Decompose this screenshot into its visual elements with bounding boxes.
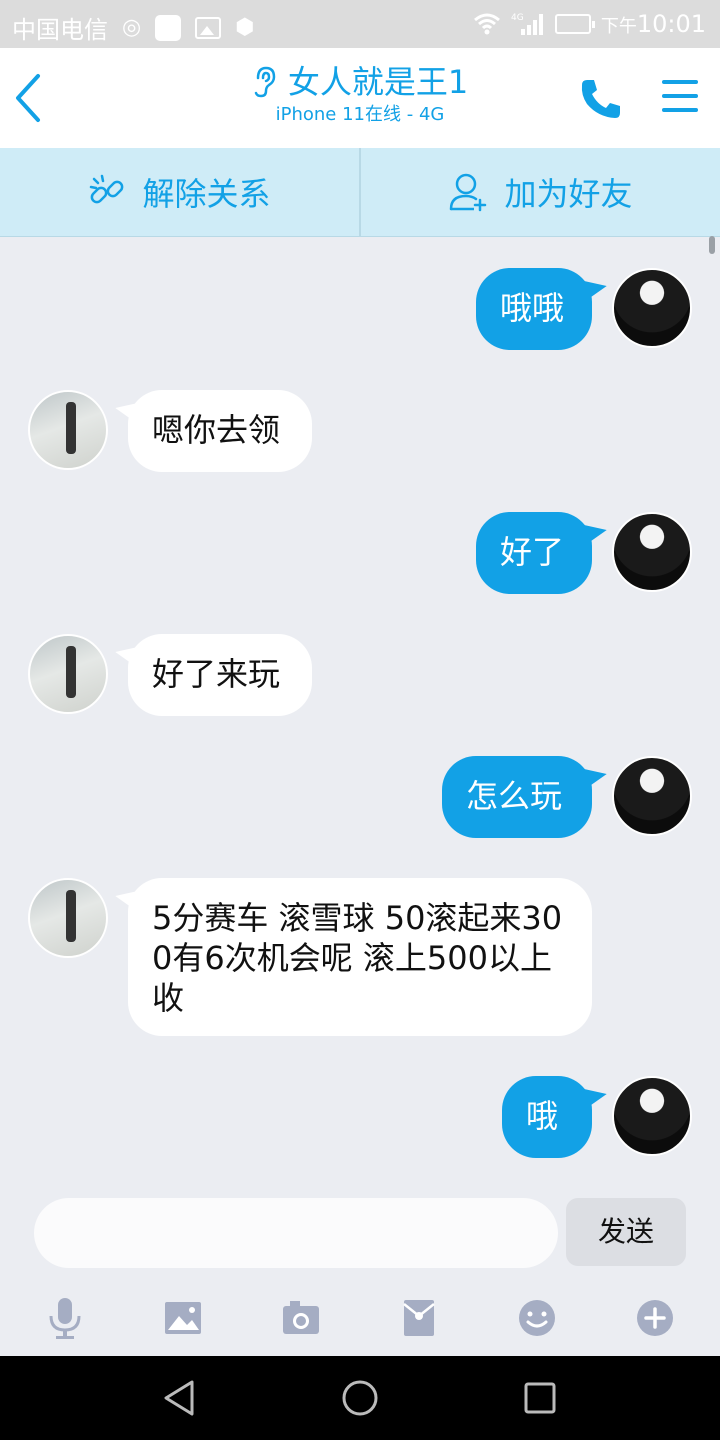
nav-home-icon[interactable] (338, 1376, 382, 1420)
nav-back-icon[interactable] (158, 1376, 202, 1420)
status-bar: 中国电信 ◎ ⬢ 4G 下午10:01 (0, 0, 720, 48)
carrier-label: 中国电信 (12, 16, 108, 44)
microphone-icon[interactable] (41, 1294, 89, 1342)
message-row: 好了来玩 (0, 634, 720, 716)
app-notification-icon: ⬢ (235, 14, 255, 40)
my-avatar[interactable] (612, 512, 692, 592)
message-row: 嗯你去领 (0, 390, 720, 472)
emoji-icon[interactable] (513, 1294, 561, 1342)
add-friend-icon (450, 173, 487, 212)
chat-title-row: 女人就是王1 (252, 62, 468, 102)
my-avatar[interactable] (612, 1076, 692, 1156)
camera-icon[interactable] (277, 1294, 325, 1342)
message-text: 好了来玩 (152, 655, 281, 693)
ear-icon[interactable] (252, 66, 278, 98)
notification-icon (155, 14, 182, 41)
relationship-action-bar: 解除关系 加为好友 (0, 148, 720, 237)
red-packet-icon[interactable] (395, 1294, 443, 1342)
contact-avatar[interactable] (28, 634, 108, 714)
message-row: 5分赛车 滚雪球 50滚起来300有6次机会呢 滚上500以上收 (0, 878, 720, 1036)
message-bubble[interactable]: 哦哦 (476, 268, 592, 350)
clock: 10:01 (636, 10, 706, 38)
signal-icon: 4G (511, 13, 543, 35)
chat-title: 女人就是王1 (287, 63, 469, 101)
message-text: 哦 (526, 1097, 559, 1135)
message-text: 嗯你去领 (152, 411, 281, 449)
add-friend-button[interactable]: 加为好友 (361, 148, 720, 236)
composer-bar: 发送 (0, 1186, 720, 1278)
system-nav-bar (0, 1356, 720, 1440)
menu-icon[interactable] (662, 80, 698, 114)
message-text: 5分赛车 滚雪球 50滚起来300有6次机会呢 滚上500以上收 (152, 899, 563, 1017)
time-prefix: 下午 (600, 16, 637, 37)
unlink-label: 解除关系 (142, 175, 271, 213)
image-icon[interactable] (159, 1294, 207, 1342)
composer-toolbar (0, 1280, 720, 1356)
message-text: 怎么玩 (466, 777, 563, 815)
my-avatar[interactable] (612, 756, 692, 836)
send-button[interactable]: 发送 (566, 1198, 686, 1266)
message-bubble[interactable]: 好了 (476, 512, 592, 594)
message-input[interactable] (34, 1198, 558, 1268)
unlink-button[interactable]: 解除关系 (0, 148, 359, 236)
message-row: 哦 (0, 1076, 720, 1158)
network-type-label: 4G (511, 13, 524, 23)
message-row: 怎么玩 (0, 756, 720, 838)
message-bubble[interactable]: 哦 (502, 1076, 592, 1158)
plus-icon[interactable] (631, 1294, 679, 1342)
chat-header: 女人就是王1 iPhone 11在线 - 4G (0, 48, 720, 148)
wifi-icon (473, 13, 500, 35)
message-list[interactable]: 哦哦 嗯你去领 好了 好了来玩 怎么玩 5分赛车 滚雪球 50滚起来300有6次… (0, 236, 720, 1186)
contact-avatar[interactable] (28, 390, 108, 470)
add-friend-label: 加为好友 (504, 175, 633, 213)
phone-icon[interactable] (578, 76, 624, 122)
message-text: 好了 (500, 533, 565, 571)
message-bubble[interactable]: 5分赛车 滚雪球 50滚起来300有6次机会呢 滚上500以上收 (128, 878, 592, 1036)
message-row: 哦哦 (0, 268, 720, 350)
hotspot-icon: ◎ (122, 14, 142, 40)
message-text: 哦哦 (500, 289, 565, 327)
message-bubble[interactable]: 嗯你去领 (128, 390, 312, 472)
nav-recents-icon[interactable] (518, 1376, 562, 1420)
battery-icon (554, 14, 595, 34)
contact-avatar[interactable] (28, 878, 108, 958)
message-row: 好了 (0, 512, 720, 594)
message-bubble[interactable]: 怎么玩 (442, 756, 592, 838)
unlink-icon (90, 174, 124, 204)
message-bubble[interactable]: 好了来玩 (128, 634, 312, 716)
my-avatar[interactable] (612, 268, 692, 348)
gallery-notification-icon (195, 16, 222, 39)
